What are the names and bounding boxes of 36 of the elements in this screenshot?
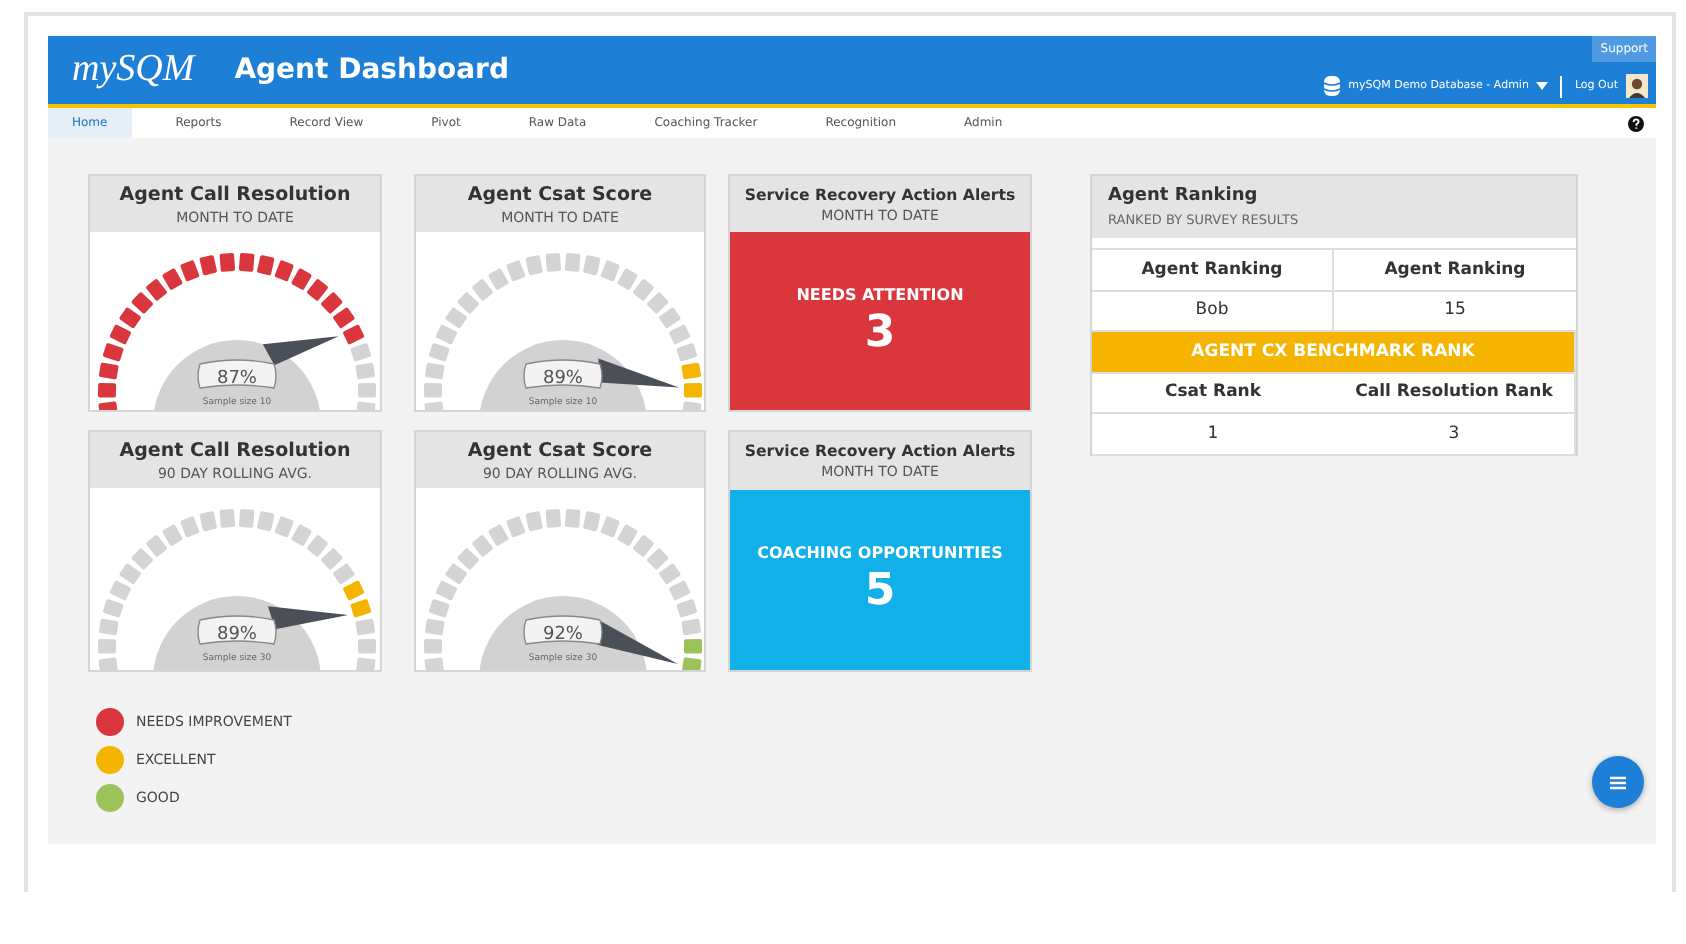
gauge-value: 89% (217, 625, 257, 645)
database-icon[interactable] (1324, 76, 1341, 96)
help-icon[interactable] (1628, 115, 1644, 131)
gauge-value: 92% (543, 625, 583, 645)
logo: mySQM (72, 48, 195, 92)
value-badge (523, 359, 603, 389)
avatar-icon[interactable] (1626, 74, 1648, 98)
value-badge (197, 615, 277, 645)
card-title: Agent Csat Score (467, 183, 653, 205)
alert-count: 3 (864, 307, 896, 357)
section-banner: AGENT CX BENCHMARK RANK (1092, 332, 1576, 373)
card-title: Agent Csat Score (467, 439, 653, 461)
gauge-value: 87% (217, 369, 257, 389)
alert-count: 5 (864, 566, 896, 616)
menu-button[interactable] (1592, 756, 1644, 808)
card-title: Agent Ranking (1108, 186, 1260, 206)
card-title: Agent Call Resolution (119, 439, 351, 461)
column-header: Agent Ranking (1092, 250, 1334, 291)
value-badge (523, 615, 603, 645)
column-header: Call Resolution Rank (1334, 373, 1576, 414)
page-title: Agent Dashboard (234, 54, 509, 86)
card-title: Agent Call Resolution (119, 183, 351, 205)
column-header: Agent Ranking (1334, 250, 1576, 291)
table-cell: 3 (1334, 414, 1576, 455)
table-cell: 1 (1092, 414, 1334, 455)
alert-label: NEEDS ATTENTION (796, 285, 964, 303)
column-header: Csat Rank (1092, 373, 1334, 414)
gauge-needle (268, 606, 349, 630)
gauge-needle (598, 358, 679, 388)
value-badge (197, 359, 277, 389)
menu-icon (1610, 775, 1626, 789)
caret-icon (1536, 82, 1549, 90)
gauge-needle (262, 336, 339, 366)
gauge-needle (597, 621, 678, 664)
gauge-value: 89% (543, 369, 583, 389)
alert-label: COACHING OPPORTUNITIES (757, 544, 1003, 562)
